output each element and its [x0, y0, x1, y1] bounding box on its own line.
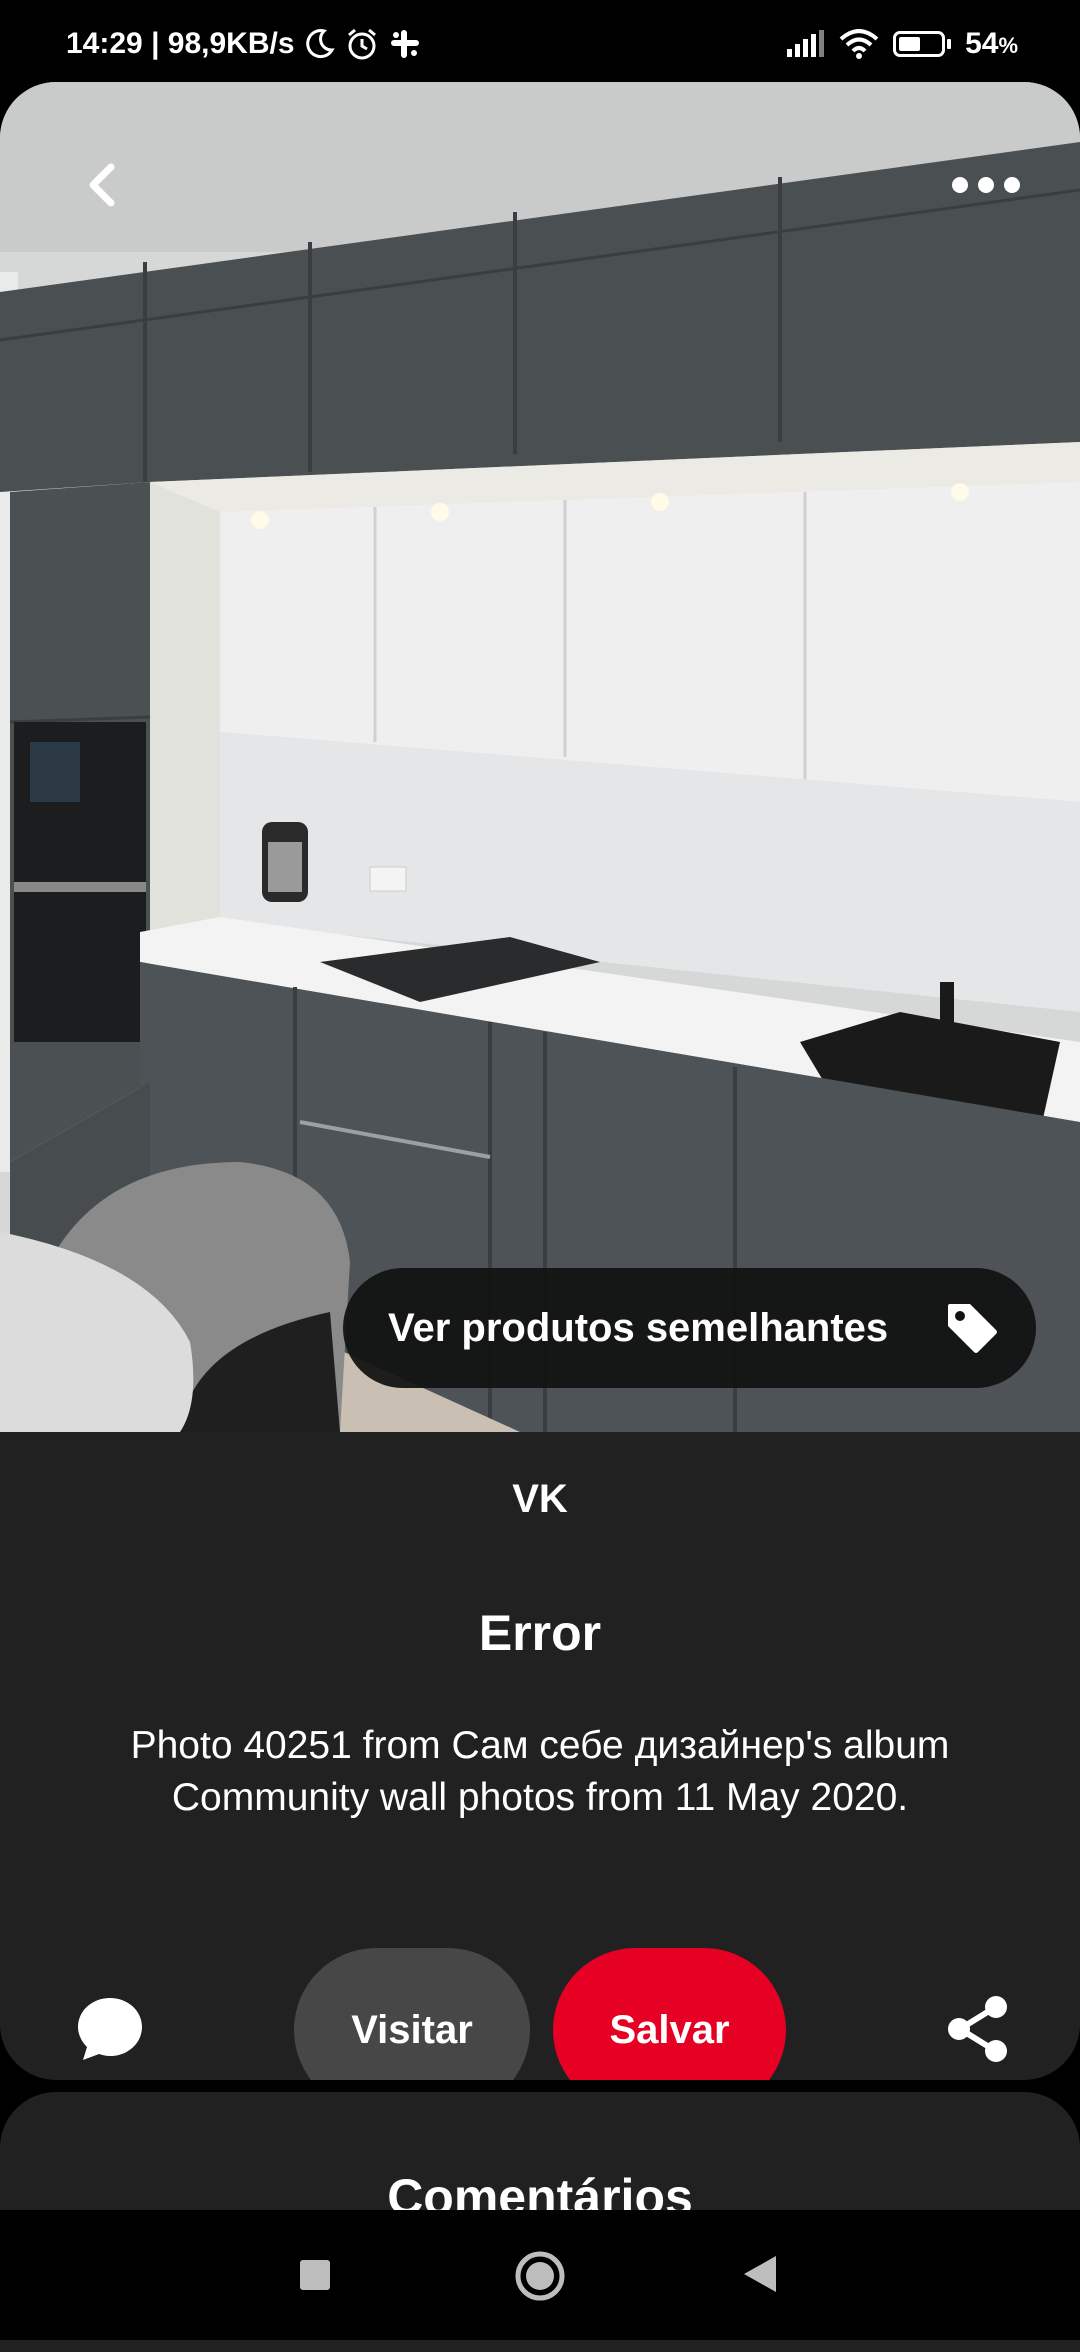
battery-icon — [893, 31, 952, 57]
home-button[interactable] — [514, 2250, 566, 2302]
moon-icon — [305, 29, 335, 59]
status-time-speed: 14:29 | 98,9KB/s — [66, 27, 295, 60]
status-bar: 14:29 | 98,9KB/s 54% — [0, 0, 1080, 88]
comment-button[interactable] — [75, 1994, 145, 2064]
back-button[interactable] — [70, 152, 136, 218]
status-right: 54% — [785, 27, 1018, 61]
status-left: 14:29 | 98,9KB/s — [66, 27, 421, 61]
save-button[interactable]: Salvar — [553, 1948, 786, 2080]
pin-title: Error — [478, 1605, 602, 1661]
pin-image[interactable] — [0, 82, 1080, 1432]
more-options-button[interactable] — [946, 152, 1026, 218]
navigation-bar — [0, 2210, 1080, 2340]
battery-percent: 54% — [965, 27, 1018, 60]
pin-card: Ver produtos semelhantes VK Error Photo … — [0, 82, 1080, 2080]
alarm-icon — [347, 28, 376, 60]
share-icon — [948, 1996, 1007, 2062]
signal-icon — [787, 30, 825, 57]
similar-products-label: Ver produtos semelhantes — [388, 1305, 889, 1350]
pin-description: Photo 40251 from Сам себе дизайнер's alb… — [130, 1724, 950, 1819]
visit-button[interactable]: Visitar — [294, 1948, 530, 2080]
slack-icon — [390, 30, 419, 58]
more-horizontal-icon — [952, 177, 1020, 193]
chevron-left-icon — [89, 163, 115, 207]
similar-products-button[interactable]: Ver produtos semelhantes — [343, 1268, 1036, 1388]
share-button[interactable] — [944, 1994, 1012, 2064]
speech-bubble-icon — [78, 1998, 142, 2060]
source-name[interactable]: VK — [0, 1477, 1080, 1522]
system-back-button[interactable] — [742, 2254, 778, 2294]
recents-button[interactable] — [300, 2260, 330, 2290]
tag-icon — [948, 1304, 997, 1353]
wifi-icon — [839, 29, 879, 59]
